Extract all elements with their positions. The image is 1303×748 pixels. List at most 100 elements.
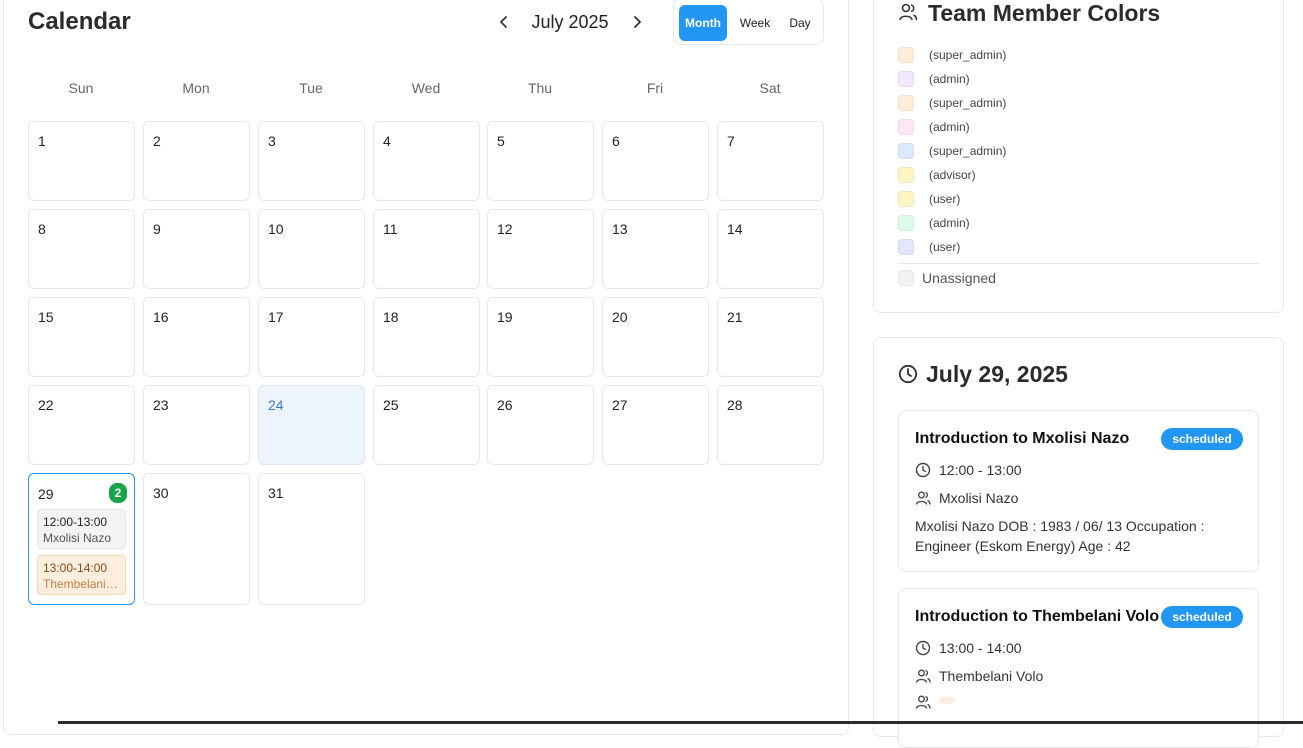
day-number: 21 xyxy=(727,309,743,325)
day-cell-today[interactable]: 24 xyxy=(258,385,365,465)
day-cell[interactable]: 13 xyxy=(602,209,709,289)
appointment-time: 12:00 - 13:00 xyxy=(939,462,1022,478)
day-cell[interactable]: 3 xyxy=(258,121,365,201)
appointment-card[interactable]: Introduction to Thembelani Volo schedule… xyxy=(898,588,1259,748)
day-number: 27 xyxy=(612,397,628,413)
day-number: 1 xyxy=(38,133,46,149)
day-number: 23 xyxy=(153,397,169,413)
weekday-header: Fri xyxy=(646,80,664,96)
day-number: 7 xyxy=(727,133,735,149)
day-number: 4 xyxy=(383,133,391,149)
day-cell[interactable]: 4 xyxy=(373,121,480,201)
day-number: 28 xyxy=(727,397,743,413)
legend-title: Team Member Colors xyxy=(928,0,1161,26)
event-person: Thembelani Volo xyxy=(43,577,120,591)
day-cell[interactable]: 11 xyxy=(373,209,480,289)
event-count-badge: 2 xyxy=(109,483,127,503)
event-time: 13:00-14:00 xyxy=(43,561,108,575)
prev-month-button[interactable] xyxy=(494,10,514,34)
day-cell[interactable]: 7 xyxy=(717,121,824,201)
legend-role: (user) xyxy=(929,240,961,254)
color-swatch xyxy=(898,239,914,255)
day-cell[interactable]: 28 xyxy=(717,385,824,465)
day-view-button[interactable]: Day xyxy=(784,5,816,41)
day-cell[interactable]: 12 xyxy=(487,209,594,289)
users-icon xyxy=(899,3,918,21)
selected-date-title: July 29, 2025 xyxy=(926,361,1068,387)
day-number: 2 xyxy=(153,133,161,149)
day-cell[interactable]: 8 xyxy=(28,209,135,289)
day-number: 20 xyxy=(612,309,628,325)
appointment-title: Introduction to Thembelani Volo xyxy=(915,608,1160,625)
day-cell-selected[interactable]: 29 2 12:00-13:00 Mxolisi Nazo 13:00-14:0… xyxy=(28,473,135,605)
day-cell[interactable]: 19 xyxy=(487,297,594,377)
month-view-button[interactable]: Month xyxy=(679,5,727,41)
event-time: 12:00-13:00 xyxy=(43,515,108,529)
day-cell[interactable]: 2 xyxy=(143,121,250,201)
day-cell[interactable]: 6 xyxy=(602,121,709,201)
day-cell[interactable]: 1 xyxy=(28,121,135,201)
day-number: 30 xyxy=(153,485,169,501)
day-cell[interactable]: 10 xyxy=(258,209,365,289)
clock-icon xyxy=(898,364,918,384)
day-number: 9 xyxy=(153,221,161,237)
day-cell[interactable]: 23 xyxy=(143,385,250,465)
day-cell[interactable]: 30 xyxy=(143,473,250,605)
legend-role: (advisor) xyxy=(929,168,976,182)
day-cell[interactable]: 21 xyxy=(717,297,824,377)
day-number: 25 xyxy=(383,397,399,413)
appointment-card[interactable]: Introduction to Mxolisi Nazo scheduled 1… xyxy=(898,410,1259,572)
appointment-person: Thembelani Volo xyxy=(939,668,1044,684)
event-person: Mxolisi Nazo xyxy=(43,531,112,545)
day-cell[interactable]: 25 xyxy=(373,385,480,465)
day-cell[interactable]: 20 xyxy=(602,297,709,377)
day-cell[interactable]: 31 xyxy=(258,473,365,605)
weekday-header: Sun xyxy=(68,80,94,96)
color-swatch xyxy=(898,119,914,135)
day-number: 15 xyxy=(38,309,54,325)
day-number: 3 xyxy=(268,133,276,149)
current-month-label: July 2025 xyxy=(531,12,609,32)
chevron-right-icon xyxy=(634,16,641,28)
day-number: 5 xyxy=(497,133,505,149)
day-number: 17 xyxy=(268,309,284,325)
day-cell[interactable]: 18 xyxy=(373,297,480,377)
day-number: 13 xyxy=(612,221,628,237)
day-cell[interactable]: 5 xyxy=(487,121,594,201)
day-cell[interactable]: 16 xyxy=(143,297,250,377)
day-cell[interactable]: 22 xyxy=(28,385,135,465)
weekday-header: Wed xyxy=(411,80,441,96)
status-badge: scheduled xyxy=(1161,606,1243,628)
legend-role: (user) xyxy=(929,192,961,206)
weekday-header: Thu xyxy=(527,80,553,96)
day-cell[interactable]: 26 xyxy=(487,385,594,465)
clock-icon xyxy=(915,462,931,478)
appointment-description: Mxolisi Nazo DOB : 1983 / 06/ 13 Occupat… xyxy=(915,518,1205,554)
legend-role: (admin) xyxy=(929,72,970,86)
day-number: 8 xyxy=(38,221,46,237)
day-number: 29 xyxy=(38,486,54,502)
legend-role: (super_admin) xyxy=(929,48,1007,62)
color-swatch xyxy=(898,71,914,87)
day-cell[interactable]: 9 xyxy=(143,209,250,289)
day-number: 19 xyxy=(497,309,513,325)
legend-role: (admin) xyxy=(929,216,970,230)
day-cell[interactable]: 17 xyxy=(258,297,365,377)
unassigned-label: Unassigned xyxy=(922,270,996,286)
calendar-event-chip[interactable]: 13:00-14:00 Thembelani Volo xyxy=(37,555,126,595)
color-swatch xyxy=(898,191,914,207)
day-cell[interactable]: 27 xyxy=(602,385,709,465)
day-number: 31 xyxy=(268,485,284,501)
day-cell[interactable]: 14 xyxy=(717,209,824,289)
next-month-button[interactable] xyxy=(627,10,647,34)
chevron-left-icon xyxy=(500,16,507,28)
legend-divider xyxy=(898,263,1259,264)
color-swatch xyxy=(898,215,914,231)
day-number: 24 xyxy=(268,397,284,413)
day-cell[interactable]: 15 xyxy=(28,297,135,377)
calendar-event-chip[interactable]: 12:00-13:00 Mxolisi Nazo xyxy=(37,509,126,549)
user-icon xyxy=(915,669,931,683)
week-view-button[interactable]: Week xyxy=(734,5,776,41)
day-number: 18 xyxy=(383,309,399,325)
status-badge: scheduled xyxy=(1161,428,1243,450)
